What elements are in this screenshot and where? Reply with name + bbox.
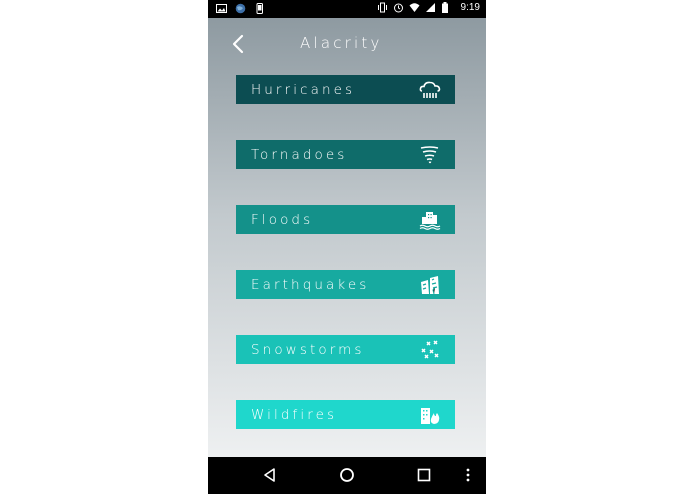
wifi-icon <box>409 2 420 13</box>
nav-more-icon <box>466 468 470 482</box>
globe-icon <box>235 3 246 14</box>
menu-item-label: Floods <box>251 211 314 228</box>
back-button[interactable] <box>230 34 248 54</box>
earthquake-building-icon <box>419 275 441 295</box>
tornado-icon <box>419 145 441 165</box>
nav-recents-button[interactable] <box>416 467 432 483</box>
nav-back-button[interactable] <box>262 467 278 483</box>
menu-item-tornadoes[interactable]: Tornadoes <box>236 140 455 169</box>
status-time: 9:19 <box>460 2 480 13</box>
menu-item-earthquakes[interactable]: Earthquakes <box>236 270 455 299</box>
app-title: Alacrity <box>300 34 383 52</box>
back-chevron-icon <box>232 34 244 54</box>
nav-recents-icon <box>417 468 431 482</box>
status-bar: 9:19 <box>208 0 486 18</box>
phone-frame: 9:19 Alacrity Hurricanes Tornadoes Flood… <box>208 0 486 494</box>
wildfire-building-icon <box>419 405 441 425</box>
phone-icon <box>254 3 265 14</box>
menu-item-snowstorms[interactable]: Snowstorms <box>236 335 455 364</box>
battery-icon <box>441 2 452 13</box>
app-header: Alacrity <box>208 18 486 66</box>
vibrate-icon <box>377 2 388 13</box>
flood-building-icon <box>419 210 441 230</box>
nav-more-button[interactable] <box>464 467 472 483</box>
menu-item-label: Earthquakes <box>251 276 370 293</box>
nav-back-icon <box>264 468 275 482</box>
nav-home-icon <box>340 468 354 482</box>
snowflakes-icon <box>419 339 441 360</box>
android-nav-bar <box>208 457 486 494</box>
menu-item-floods[interactable]: Floods <box>236 205 455 234</box>
menu-item-label: Snowstorms <box>251 341 365 358</box>
menu-item-label: Wildfires <box>251 406 338 423</box>
menu-item-label: Tornadoes <box>251 146 348 163</box>
signal-icon <box>425 2 436 13</box>
alarm-icon <box>393 2 404 13</box>
hurricane-cloud-icon <box>419 80 441 100</box>
menu-item-hurricanes[interactable]: Hurricanes <box>236 75 455 104</box>
menu-item-wildfires[interactable]: Wildfires <box>236 400 455 429</box>
nav-home-button[interactable] <box>339 467 355 483</box>
image-icon <box>216 3 227 14</box>
menu-item-label: Hurricanes <box>251 81 356 98</box>
app-screen: Alacrity Hurricanes Tornadoes Floods Ear… <box>208 18 486 457</box>
